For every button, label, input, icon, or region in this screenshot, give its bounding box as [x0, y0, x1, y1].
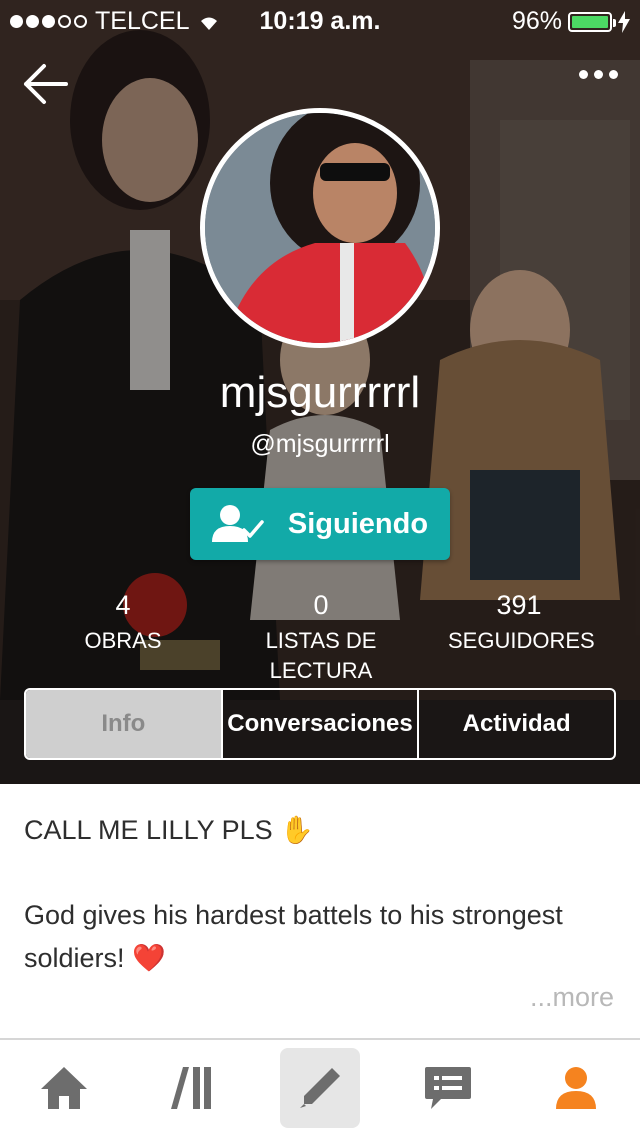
more-dot-icon	[609, 70, 618, 79]
bio-line-1: CALL ME LILLY PLS ✋	[24, 815, 314, 845]
following-button-label: Siguiendo	[287, 507, 429, 540]
stat-works[interactable]: 4 OBRAS	[60, 588, 186, 656]
tab-library[interactable]	[152, 1048, 232, 1128]
home-icon	[41, 1067, 87, 1109]
battery-status: 96%	[512, 7, 630, 36]
battery-icon	[568, 11, 616, 32]
stat-followers-label: SEGUIDORES	[448, 628, 595, 653]
profile-display-name: mjsgurrrrrl	[219, 368, 421, 417]
bio-line-2: God gives his hardest battels to his str…	[24, 900, 563, 973]
battery-percent: 96%	[511, 7, 562, 35]
tab-profile[interactable]	[536, 1048, 616, 1128]
messages-icon	[425, 1067, 471, 1109]
stat-followers[interactable]: 391 SEGUIDORES	[448, 588, 595, 656]
profile-info-section: CALL ME LILLY PLS ✋ God gives his hardes…	[0, 784, 640, 1038]
tab-home[interactable]	[24, 1048, 104, 1128]
profile-tabs: Info Conversaciones Actividad	[24, 688, 616, 760]
back-button[interactable]	[22, 62, 70, 106]
library-icon	[171, 1067, 211, 1109]
stat-reading-lists-label: LISTAS DE LECTURA	[265, 628, 377, 683]
user-check-icon	[211, 505, 264, 542]
profile-header: TELCEL 10:19 a.m. 96% mjsgurrrrrl @mjsgu…	[0, 0, 640, 784]
tab-info[interactable]: Info	[26, 690, 221, 758]
more-link[interactable]: ...more	[530, 982, 614, 1013]
tab-conversations[interactable]: Conversaciones	[220, 690, 418, 758]
avatar[interactable]	[200, 108, 440, 348]
status-bar: TELCEL 10:19 a.m. 96%	[0, 0, 640, 40]
stat-reading-lists-value: 0	[313, 590, 329, 620]
charging-icon	[618, 10, 630, 33]
tab-messages[interactable]	[408, 1048, 488, 1128]
profile-icon	[556, 1067, 596, 1109]
more-dot-icon	[579, 70, 588, 79]
more-options-button[interactable]	[579, 70, 618, 79]
tab-write[interactable]	[280, 1048, 360, 1128]
bottom-tab-bar	[0, 1038, 640, 1136]
back-arrow-icon	[24, 64, 68, 104]
stat-works-label: OBRAS	[84, 628, 162, 653]
stat-followers-value: 391	[496, 590, 542, 620]
stat-works-value: 4	[115, 590, 131, 620]
write-icon	[300, 1068, 340, 1108]
profile-handle: @mjsgurrrrrl	[250, 430, 390, 458]
avatar-image	[205, 113, 435, 343]
more-dot-icon	[594, 70, 603, 79]
following-button[interactable]: Siguiendo	[190, 488, 450, 560]
tab-activity[interactable]: Actividad	[417, 690, 614, 758]
stat-reading-lists[interactable]: 0 LISTAS DE LECTURA	[214, 588, 428, 686]
